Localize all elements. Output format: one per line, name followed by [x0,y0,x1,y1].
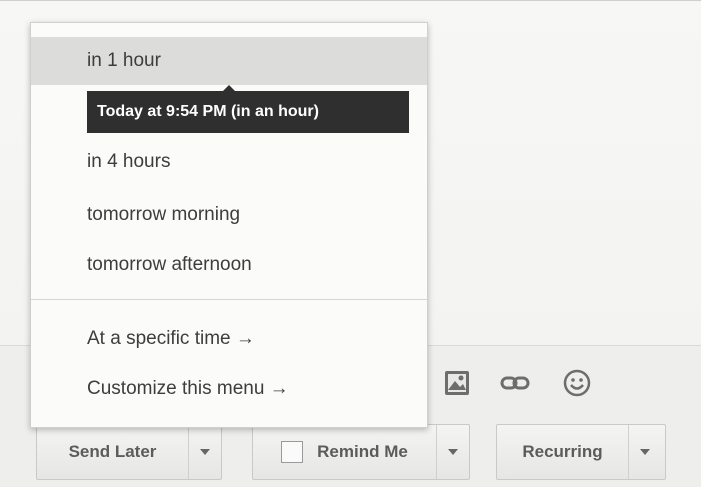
recurring-dropdown[interactable] [629,425,661,479]
emoji-icon[interactable] [562,368,592,398]
remind-me-dropdown[interactable] [437,425,469,479]
menu-item-in-4-hours[interactable]: in 4 hours [31,138,427,186]
menu-item-tomorrow-afternoon[interactable]: tomorrow afternoon [31,241,427,289]
remind-me-button[interactable]: Remind Me [253,425,437,479]
remind-me-group: Remind Me [252,424,470,480]
chevron-down-icon [200,449,210,455]
send-later-dropdown[interactable] [189,425,221,479]
send-later-menu: in 1 hour Today at 9:54 PM (in an hour) … [30,22,428,428]
chevron-down-icon [640,449,650,455]
menu-item-customize[interactable]: Customize this menu → [31,365,427,413]
chevron-down-icon [448,449,458,455]
menu-item-specific-time[interactable]: At a specific time → [31,315,427,363]
menu-divider [31,299,427,300]
send-later-button[interactable]: Send Later [37,425,189,479]
send-later-group: Send Later [36,424,222,480]
remind-me-label: Remind Me [317,442,408,461]
link-icon[interactable] [500,368,530,398]
recurring-group: Recurring [496,424,666,480]
time-tooltip: Today at 9:54 PM (in an hour) [87,91,409,133]
recurring-button[interactable]: Recurring [497,425,629,479]
menu-item-tomorrow-morning[interactable]: tomorrow morning [31,191,427,239]
remind-me-checkbox[interactable] [281,441,304,463]
image-icon[interactable] [442,368,472,398]
menu-item-in-1-hour[interactable]: in 1 hour [31,37,427,85]
